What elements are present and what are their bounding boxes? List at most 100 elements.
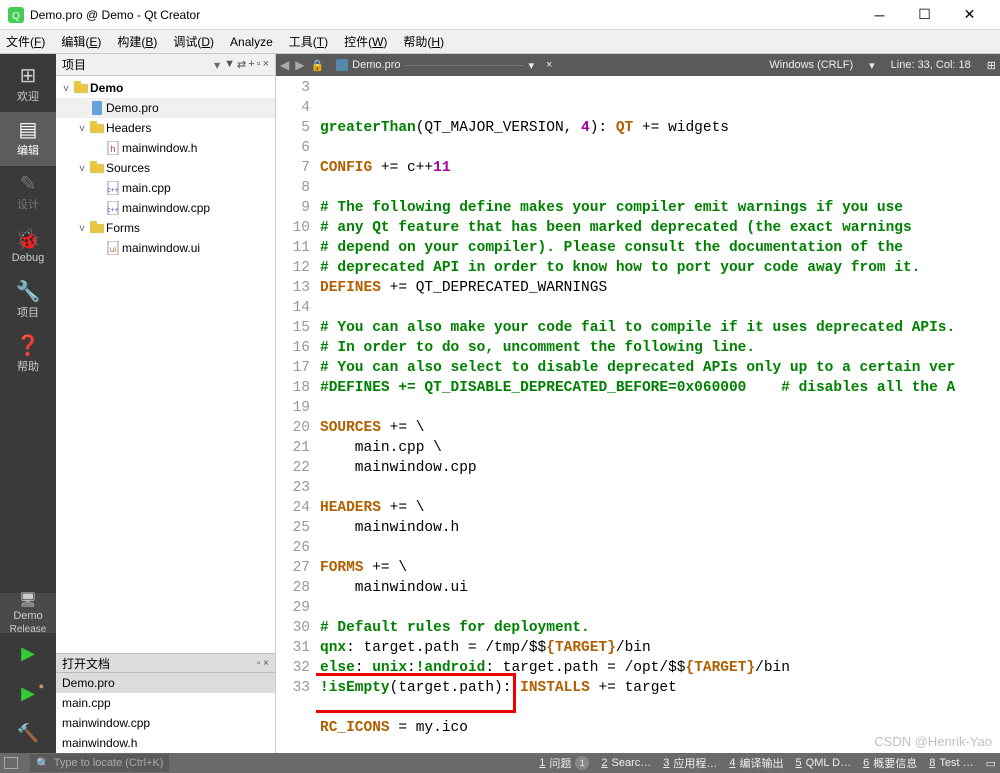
menu-item[interactable]: 控件(W) bbox=[344, 33, 387, 50]
output-tab[interactable]: 2 Searc… bbox=[601, 755, 651, 771]
mode-项目[interactable]: 🔧项目 bbox=[0, 274, 56, 328]
mode-Debug[interactable]: 🐞Debug bbox=[0, 220, 56, 274]
code-line[interactable]: mainwindow.ui bbox=[320, 578, 1000, 598]
run-button[interactable]: ▶ bbox=[0, 633, 56, 673]
tree-item[interactable]: vSources bbox=[56, 158, 275, 178]
code-line[interactable]: # In order to do so, uncomment the follo… bbox=[320, 338, 1000, 358]
menu-item[interactable]: Analyze bbox=[230, 35, 273, 49]
tree-item[interactable]: vForms bbox=[56, 218, 275, 238]
build-button[interactable]: 🔨 bbox=[0, 713, 56, 753]
minimize-button[interactable]: ─ bbox=[857, 0, 902, 30]
code-line[interactable]: SOURCES += \ bbox=[320, 418, 1000, 438]
code-line[interactable]: else: unix:!android: target.path = /opt/… bbox=[320, 658, 1000, 678]
code-line[interactable]: # depend on your compiler). Please consu… bbox=[320, 238, 1000, 258]
menu-item[interactable]: 帮助(H) bbox=[403, 33, 444, 50]
open-documents-list[interactable]: Demo.promain.cppmainwindow.cppmainwindow… bbox=[56, 673, 275, 753]
code-line[interactable]: # You can also make your code fail to co… bbox=[320, 318, 1000, 338]
code-line[interactable] bbox=[320, 398, 1000, 418]
menu-item[interactable]: 文件(F) bbox=[6, 33, 45, 50]
code-line[interactable]: main.cpp \ bbox=[320, 438, 1000, 458]
split-icon[interactable]: ▫ bbox=[257, 58, 261, 71]
dropdown-icon[interactable]: ▾ bbox=[528, 59, 534, 72]
dropdown-icon[interactable]: ▾ bbox=[214, 58, 220, 72]
editor-tab[interactable]: Demo.pro ▾ bbox=[330, 55, 540, 75]
code-line[interactable]: # any Qt feature that has been marked de… bbox=[320, 218, 1000, 238]
kit-selector[interactable]: 🖥 Demo Release bbox=[0, 593, 56, 633]
open-file-item[interactable]: Demo.pro bbox=[56, 673, 275, 693]
split-editor-icon[interactable]: ⊞ bbox=[987, 59, 996, 72]
close-button[interactable]: ✕ bbox=[947, 0, 992, 30]
mode-设计[interactable]: ✎设计 bbox=[0, 166, 56, 220]
nav-back-icon[interactable]: ◀ bbox=[280, 58, 289, 72]
maximize-button[interactable]: ☐ bbox=[902, 0, 947, 30]
project-tree[interactable]: vDemoDemo.provHeadershmainwindow.hvSourc… bbox=[56, 76, 275, 653]
code-line[interactable]: # Default rules for deployment. bbox=[320, 618, 1000, 638]
tree-item[interactable]: Demo.pro bbox=[56, 98, 275, 118]
tree-item[interactable]: vDemo bbox=[56, 78, 275, 98]
code-line[interactable]: qnx: target.path = /tmp/$${TARGET}/bin bbox=[320, 638, 1000, 658]
output-tab[interactable]: 1 问题 1 bbox=[539, 755, 589, 771]
code-line[interactable]: DEFINES += QT_DEPRECATED_WARNINGS bbox=[320, 278, 1000, 298]
open-file-item[interactable]: main.cpp bbox=[56, 693, 275, 713]
window-buttons: ─ ☐ ✕ bbox=[857, 0, 992, 30]
code-line[interactable]: CONFIG += c++11 bbox=[320, 158, 1000, 178]
code-line[interactable]: #DEFINES += QT_DISABLE_DEPRECATED_BEFORE… bbox=[320, 378, 1000, 398]
add-icon[interactable]: + bbox=[248, 58, 254, 71]
issues-badge-icon: 1 bbox=[575, 756, 589, 770]
code-line[interactable] bbox=[320, 478, 1000, 498]
code-line[interactable]: mainwindow.h bbox=[320, 518, 1000, 538]
toggle-sidebar-icon[interactable] bbox=[4, 757, 18, 769]
mode-帮助[interactable]: ❓帮助 bbox=[0, 328, 56, 382]
code-line[interactable] bbox=[320, 178, 1000, 198]
code-line[interactable] bbox=[320, 598, 1000, 618]
mode-编辑[interactable]: ▤编辑 bbox=[0, 112, 56, 166]
code-line[interactable]: FORMS += \ bbox=[320, 558, 1000, 578]
cursor-position[interactable]: Line: 33, Col: 18 bbox=[891, 59, 971, 71]
code-line[interactable] bbox=[320, 698, 1000, 718]
code-line[interactable]: greaterThan(QT_MAJOR_VERSION, 4): QT += … bbox=[320, 118, 1000, 138]
output-tab[interactable]: 8 Test … bbox=[929, 755, 973, 771]
code-line[interactable]: !isEmpty(target.path): INSTALLS += targe… bbox=[320, 678, 1000, 698]
encoding-indicator[interactable]: Windows (CRLF) bbox=[769, 59, 853, 71]
tree-item[interactable]: hmainwindow.h bbox=[56, 138, 275, 158]
link-icon[interactable]: ⇄ bbox=[237, 58, 246, 71]
close-panel-icon[interactable]: × bbox=[263, 58, 269, 71]
code-line[interactable] bbox=[320, 138, 1000, 158]
code-line[interactable]: HEADERS += \ bbox=[320, 498, 1000, 518]
code-content[interactable]: greaterThan(QT_MAJOR_VERSION, 4): QT += … bbox=[316, 76, 1000, 753]
filter-icon[interactable]: ▼ bbox=[224, 58, 235, 71]
open-file-item[interactable]: mainwindow.cpp bbox=[56, 713, 275, 733]
output-tab[interactable]: 5 QML D… bbox=[796, 755, 852, 771]
nav-fwd-icon[interactable]: ▶ bbox=[295, 58, 304, 72]
code-line[interactable]: # The following define makes your compil… bbox=[320, 198, 1000, 218]
dropdown-icon[interactable]: ▾ bbox=[869, 59, 875, 72]
code-line[interactable]: # You can also select to disable depreca… bbox=[320, 358, 1000, 378]
mode-label: 欢迎 bbox=[17, 88, 39, 104]
tree-item[interactable]: uimainwindow.ui bbox=[56, 238, 275, 258]
output-tab[interactable]: 6 概要信息 bbox=[863, 755, 917, 771]
locator[interactable]: 🔍 Type to locate (Ctrl+K) bbox=[30, 754, 169, 772]
lock-icon[interactable]: 🔒 bbox=[310, 59, 324, 72]
code-line[interactable] bbox=[320, 298, 1000, 318]
tree-item[interactable]: c++main.cpp bbox=[56, 178, 275, 198]
menu-item[interactable]: 调试(D) bbox=[173, 33, 214, 50]
open-docs-split-icon[interactable]: ▫ × bbox=[257, 658, 269, 669]
menu-item[interactable]: 构建(B) bbox=[117, 33, 157, 50]
close-output-icon[interactable]: ▭ bbox=[986, 757, 996, 770]
code-line[interactable] bbox=[320, 538, 1000, 558]
output-tab[interactable]: 3 应用程… bbox=[663, 755, 717, 771]
code-line[interactable]: mainwindow.cpp bbox=[320, 458, 1000, 478]
code-editor[interactable]: 3456789101112131415161718192021222324252… bbox=[276, 76, 1000, 753]
tree-item[interactable]: c++mainwindow.cpp bbox=[56, 198, 275, 218]
debug-run-button[interactable]: ▶● bbox=[0, 673, 56, 713]
tree-item[interactable]: vHeaders bbox=[56, 118, 275, 138]
menu-item[interactable]: 工具(T) bbox=[289, 33, 328, 50]
file-icon bbox=[90, 101, 104, 115]
close-tab-icon[interactable]: × bbox=[546, 59, 552, 71]
output-tab[interactable]: 4 编译输出 bbox=[729, 755, 783, 771]
mode-欢迎[interactable]: ⊞欢迎 bbox=[0, 58, 56, 112]
menu-item[interactable]: 编辑(E) bbox=[61, 33, 101, 50]
code-line[interactable]: # deprecated API in order to know how to… bbox=[320, 258, 1000, 278]
open-file-item[interactable]: mainwindow.h bbox=[56, 733, 275, 753]
search-icon: 🔍 bbox=[36, 757, 50, 770]
